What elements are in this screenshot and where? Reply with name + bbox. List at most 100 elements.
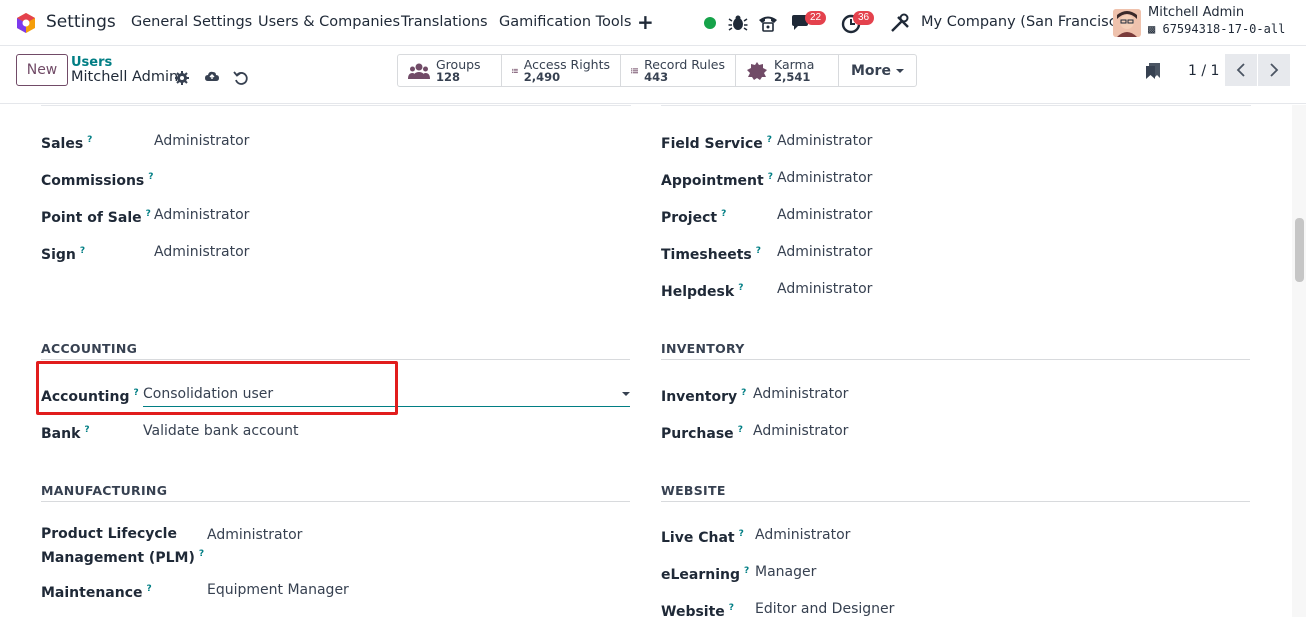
record-rules-count: 443 bbox=[644, 69, 669, 84]
list-icon bbox=[512, 68, 518, 73]
groups-count: 128 bbox=[436, 69, 461, 84]
menu-gamification-tools[interactable]: Gamification Tools bbox=[499, 14, 631, 30]
plus-icon[interactable]: + bbox=[637, 10, 654, 34]
status-online-icon bbox=[704, 17, 716, 29]
access-rights-button[interactable]: Access Rights 2,490 bbox=[502, 55, 621, 86]
field-value-website[interactable]: Editor and Designer bbox=[755, 599, 894, 617]
field-label-bank: Bank? bbox=[41, 425, 90, 442]
list-icon bbox=[631, 67, 639, 73]
field-label-project: Project? bbox=[661, 209, 727, 226]
bug-icon[interactable] bbox=[727, 12, 749, 34]
database-label: 67594318-17-0-all bbox=[1162, 22, 1286, 36]
breadcrumb-current: Mitchell Admin bbox=[71, 69, 179, 85]
field-value-point-of-sale[interactable]: Administrator bbox=[154, 205, 249, 225]
access-rights-count: 2,490 bbox=[523, 69, 561, 84]
pager-value[interactable]: 1 / 1 bbox=[1188, 63, 1219, 79]
more-dropdown[interactable]: More bbox=[839, 55, 916, 86]
chevron-down-icon bbox=[895, 68, 904, 73]
activity-badge: 36 bbox=[853, 11, 875, 25]
karma-button[interactable]: Karma 2,541 bbox=[736, 55, 839, 86]
new-button[interactable]: New bbox=[16, 54, 68, 86]
user-name[interactable]: Mitchell Admin bbox=[1148, 5, 1244, 20]
app-logo-icon[interactable] bbox=[16, 12, 36, 34]
phone-icon[interactable] bbox=[757, 12, 779, 34]
field-value-sales[interactable]: Administrator bbox=[154, 131, 249, 151]
control-panel: New Users Mitchell Admin Groups 128 Acce… bbox=[0, 46, 1306, 104]
form-sheet: Sales? Administrator Commissions? Point … bbox=[0, 105, 1292, 617]
record-rules-button[interactable]: Record Rules 443 bbox=[621, 55, 736, 86]
field-label-point-of-sale: Point of Sale? bbox=[41, 209, 151, 226]
highlight-box bbox=[36, 361, 398, 415]
field-value-purchase[interactable]: Administrator bbox=[753, 421, 848, 441]
badge-icon bbox=[747, 61, 767, 80]
avatar[interactable] bbox=[1113, 9, 1141, 37]
karma-count: 2,541 bbox=[774, 69, 811, 84]
top-navbar: Settings General Settings Users & Compan… bbox=[0, 0, 1306, 46]
field-value-bank[interactable]: Validate bank account bbox=[143, 421, 299, 441]
section-title-manufacturing: MANUFACTURING bbox=[41, 483, 168, 498]
company-switcher[interactable]: My Company (San Francisco) bbox=[921, 14, 1131, 30]
chevron-left-icon bbox=[1236, 63, 1245, 77]
field-value-helpdesk[interactable]: Administrator bbox=[777, 279, 872, 299]
divider bbox=[41, 359, 630, 360]
field-label-sign: Sign? bbox=[41, 246, 86, 263]
field-label-purchase: Purchase? bbox=[661, 425, 743, 442]
database-icon: ▩ bbox=[1148, 22, 1156, 36]
field-value-project[interactable]: Administrator bbox=[777, 205, 872, 225]
field-value-inventory[interactable]: Administrator bbox=[753, 384, 848, 404]
chat-badge: 22 bbox=[805, 11, 827, 25]
scrollbar-thumb[interactable] bbox=[1295, 218, 1304, 282]
field-label-appointment: Appointment? bbox=[661, 172, 773, 189]
field-value-plm[interactable]: Administrator bbox=[207, 525, 302, 545]
field-label-helpdesk: Helpdesk? bbox=[661, 283, 744, 300]
field-label-website: Website? bbox=[661, 603, 735, 617]
groups-button[interactable]: Groups 128 bbox=[398, 55, 502, 86]
field-label-maintenance: Maintenance? bbox=[41, 584, 152, 601]
users-icon bbox=[408, 63, 430, 79]
field-value-maintenance[interactable]: Equipment Manager bbox=[207, 580, 349, 600]
divider bbox=[661, 105, 1251, 106]
field-label-timesheets: Timesheets? bbox=[661, 246, 761, 263]
field-label-elearning: eLearning? bbox=[661, 566, 750, 583]
field-value-timesheets[interactable]: Administrator bbox=[777, 242, 872, 262]
more-label: More bbox=[851, 62, 891, 79]
groups-label: Groups bbox=[436, 56, 481, 72]
record-rules-label: Record Rules bbox=[644, 56, 725, 72]
section-title-accounting: ACCOUNTING bbox=[41, 341, 138, 356]
pager-next-button[interactable] bbox=[1258, 54, 1290, 86]
field-value-sign[interactable]: Administrator bbox=[154, 242, 249, 262]
field-label-plm: Product Lifecycle Management (PLM)? bbox=[41, 526, 205, 566]
menu-users-companies[interactable]: Users & Companies bbox=[258, 14, 400, 30]
divider bbox=[661, 359, 1250, 360]
karma-label: Karma bbox=[774, 56, 815, 72]
section-title-website: WEBSITE bbox=[661, 483, 726, 498]
access-rights-label: Access Rights bbox=[523, 56, 610, 72]
field-label-live-chat: Live Chat? bbox=[661, 529, 744, 546]
smart-buttons: Groups 128 Access Rights 2,490 Record Ru… bbox=[397, 54, 917, 87]
bookmark-icon[interactable] bbox=[1145, 62, 1161, 80]
scrollbar[interactable] bbox=[1292, 105, 1306, 617]
field-value-live-chat[interactable]: Administrator bbox=[755, 525, 850, 545]
database-name: ▩ 67594318-17-0-all bbox=[1148, 22, 1285, 36]
discard-icon[interactable] bbox=[233, 70, 249, 86]
field-label-inventory: Inventory? bbox=[661, 388, 747, 405]
divider bbox=[661, 501, 1250, 502]
menu-general-settings[interactable]: General Settings bbox=[131, 14, 252, 30]
gear-icon[interactable] bbox=[174, 70, 190, 86]
divider bbox=[41, 105, 631, 106]
pager-previous-button[interactable] bbox=[1225, 54, 1257, 86]
chevron-right-icon bbox=[1270, 63, 1279, 77]
field-value-field-service[interactable]: Administrator bbox=[777, 131, 872, 151]
menu-translations[interactable]: Translations bbox=[401, 14, 488, 30]
section-title-inventory: INVENTORY bbox=[661, 341, 745, 356]
divider bbox=[41, 501, 630, 502]
field-label-field-service: Field Service? bbox=[661, 135, 772, 152]
chevron-down-icon[interactable] bbox=[622, 392, 630, 396]
field-value-appointment[interactable]: Administrator bbox=[777, 168, 872, 188]
field-value-elearning[interactable]: Manager bbox=[755, 562, 816, 582]
app-title[interactable]: Settings bbox=[46, 12, 116, 32]
cloud-upload-icon[interactable] bbox=[204, 68, 220, 84]
breadcrumb-users[interactable]: Users bbox=[71, 55, 112, 70]
field-label-commissions: Commissions? bbox=[41, 172, 154, 189]
tools-icon[interactable] bbox=[889, 12, 911, 34]
